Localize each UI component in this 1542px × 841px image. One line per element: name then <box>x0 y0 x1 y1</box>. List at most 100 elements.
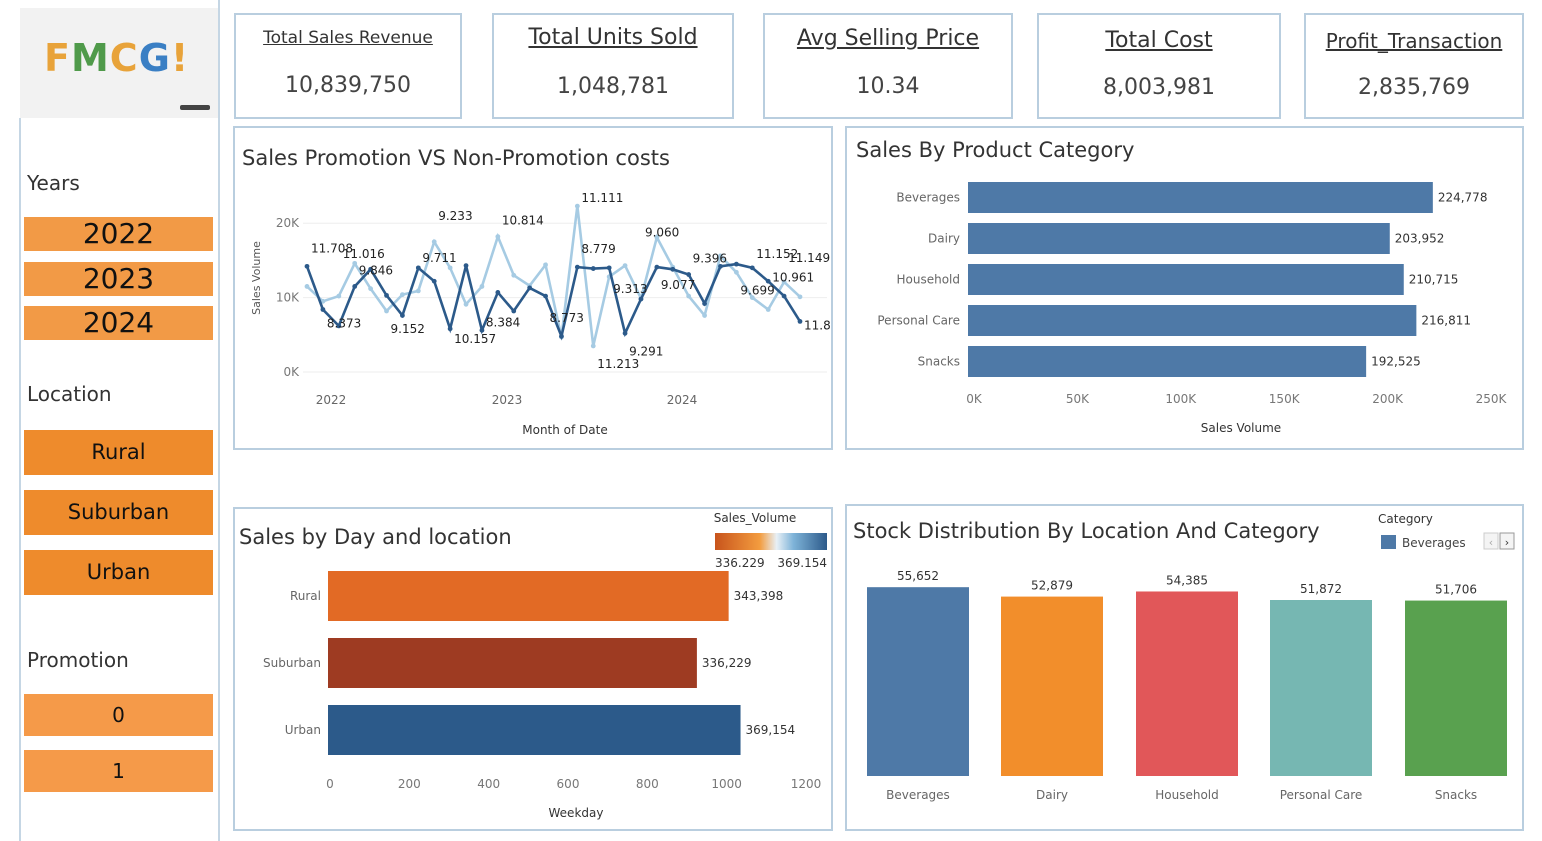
value-label: 224,778 <box>1438 191 1488 205</box>
location-filter-title: Location <box>27 382 112 406</box>
data-label: 9.233 <box>438 209 472 223</box>
stock-bar <box>1270 600 1372 776</box>
years-filter-title: Years <box>27 171 80 195</box>
data-point <box>733 261 739 267</box>
promotion-filter-1[interactable]: 1 <box>24 750 213 792</box>
data-point <box>606 265 612 271</box>
data-label: 9.060 <box>645 225 679 239</box>
data-point <box>670 266 676 272</box>
kpi-total-sales-revenue: Total Sales Revenue 10,839,750 <box>234 13 462 119</box>
data-point <box>702 301 707 306</box>
legend-gradient <box>715 533 827 550</box>
location-label: Urban <box>285 723 321 737</box>
category-label: Household <box>896 273 960 287</box>
x-tick-label: 400 <box>477 777 500 791</box>
chevron-right-icon: › <box>1505 536 1509 549</box>
x-tick-label: 100K <box>1165 392 1197 406</box>
year-filter-2023[interactable]: 2023 <box>24 262 213 296</box>
legend-title: Sales_Volume <box>714 511 797 525</box>
data-point <box>495 289 501 295</box>
x-tick-label: 150K <box>1269 392 1301 406</box>
legend-min-label: 336.229 <box>715 556 765 570</box>
location-bar <box>328 571 729 621</box>
data-point <box>638 296 644 302</box>
year-filter-2024[interactable]: 2024 <box>24 306 213 340</box>
fmcg-logo-icon: FMCG! <box>44 36 190 80</box>
stock-bar <box>867 587 969 776</box>
promotion-filter-0[interactable]: 0 <box>24 694 213 736</box>
kpi-value: 10.34 <box>856 74 920 99</box>
data-point <box>797 294 803 300</box>
data-point <box>511 308 517 314</box>
logo: FMCG! <box>20 8 218 118</box>
stock-bar <box>1001 596 1103 776</box>
location-filter-suburban[interactable]: Suburban <box>24 490 213 535</box>
data-point <box>654 264 660 270</box>
x-tick-label: 200K <box>1372 392 1404 406</box>
kpi-title: Total Sales Revenue <box>263 28 433 48</box>
data-point <box>479 284 485 289</box>
data-point <box>384 308 389 314</box>
promo-line-chart: 0K 10K 20K Sales Volume 2022 2023 2024 Month of… <box>250 191 831 437</box>
location-filter-urban[interactable]: Urban <box>24 550 213 595</box>
value-label: 192,525 <box>1371 355 1421 369</box>
y-tick-label: 0K <box>283 365 300 379</box>
data-label: 10.157 <box>454 332 496 346</box>
value-label: 210,715 <box>1409 273 1459 287</box>
data-label: 11.111 <box>581 191 623 205</box>
x-tick-label: 600 <box>557 777 580 791</box>
data-label: 11.149 <box>788 251 830 265</box>
category-label: Snacks <box>918 355 960 369</box>
data-label: 8.384 <box>486 315 520 329</box>
category-bar <box>968 264 1404 295</box>
x-axis-label: Month of Date <box>522 423 608 437</box>
promotion-filter-title: Promotion <box>27 648 129 672</box>
year-filter-2022[interactable]: 2022 <box>24 217 213 251</box>
location-filter-rural[interactable]: Rural <box>24 430 213 475</box>
stock-bar-chart: 55,652 Beverages 52,879 Dairy 54,385 Househol… <box>867 512 1515 802</box>
sidebar-border <box>218 0 220 841</box>
x-tick-label: 1200 <box>791 777 822 791</box>
data-label: 11.860 <box>804 318 831 332</box>
location-label: Suburban <box>263 656 321 670</box>
logo-tag <box>180 105 210 110</box>
category-bar <box>968 305 1417 336</box>
kpi-value: 8,003,981 <box>1103 75 1215 100</box>
x-tick-label: 2022 <box>316 393 347 407</box>
data-point <box>590 343 596 349</box>
x-tick-label: 1000 <box>711 777 742 791</box>
value-label: 343,398 <box>734 589 784 603</box>
value-label: 216,811 <box>1421 314 1471 328</box>
data-label: 9.313 <box>613 282 647 296</box>
value-label: 51,706 <box>1435 583 1477 597</box>
data-point <box>543 293 548 299</box>
value-label: 203,952 <box>1395 232 1445 246</box>
category-label: Beverages <box>886 788 950 802</box>
data-point <box>749 265 755 271</box>
data-point <box>415 288 421 294</box>
value-label: 336,229 <box>702 656 752 670</box>
kpi-title: Total Cost <box>1105 28 1213 53</box>
data-point <box>686 293 692 299</box>
data-label: 9.077 <box>661 278 695 292</box>
sidebar: FMCG! Years 2022 2023 2024 Location Rura… <box>0 0 222 841</box>
data-point <box>447 326 453 332</box>
category-label: Beverages <box>896 191 960 205</box>
y-tick-label: 10K <box>276 291 300 305</box>
data-point <box>352 284 358 289</box>
data-label: 11.016 <box>343 247 385 261</box>
value-label: 55,652 <box>897 569 939 583</box>
x-tick-label: 200 <box>398 777 421 791</box>
x-tick-label: 2024 <box>667 393 698 407</box>
data-point <box>511 272 517 278</box>
data-point <box>797 319 803 324</box>
data-label: 8.773 <box>550 311 584 325</box>
data-point <box>559 333 564 339</box>
x-tick-label: 250K <box>1476 392 1508 406</box>
kpi-total-units-sold: Total Units Sold 1,048,781 <box>492 13 734 119</box>
stock-bar <box>1136 591 1238 776</box>
kpi-avg-selling-price: Avg Selling Price 10.34 <box>763 13 1013 119</box>
day-location-bar-chart: Sales_Volume 336.229 369.154 Rural 343,398 Su… <box>263 511 827 820</box>
data-point <box>574 264 580 270</box>
x-axis-label: Sales Volume <box>1201 421 1281 435</box>
